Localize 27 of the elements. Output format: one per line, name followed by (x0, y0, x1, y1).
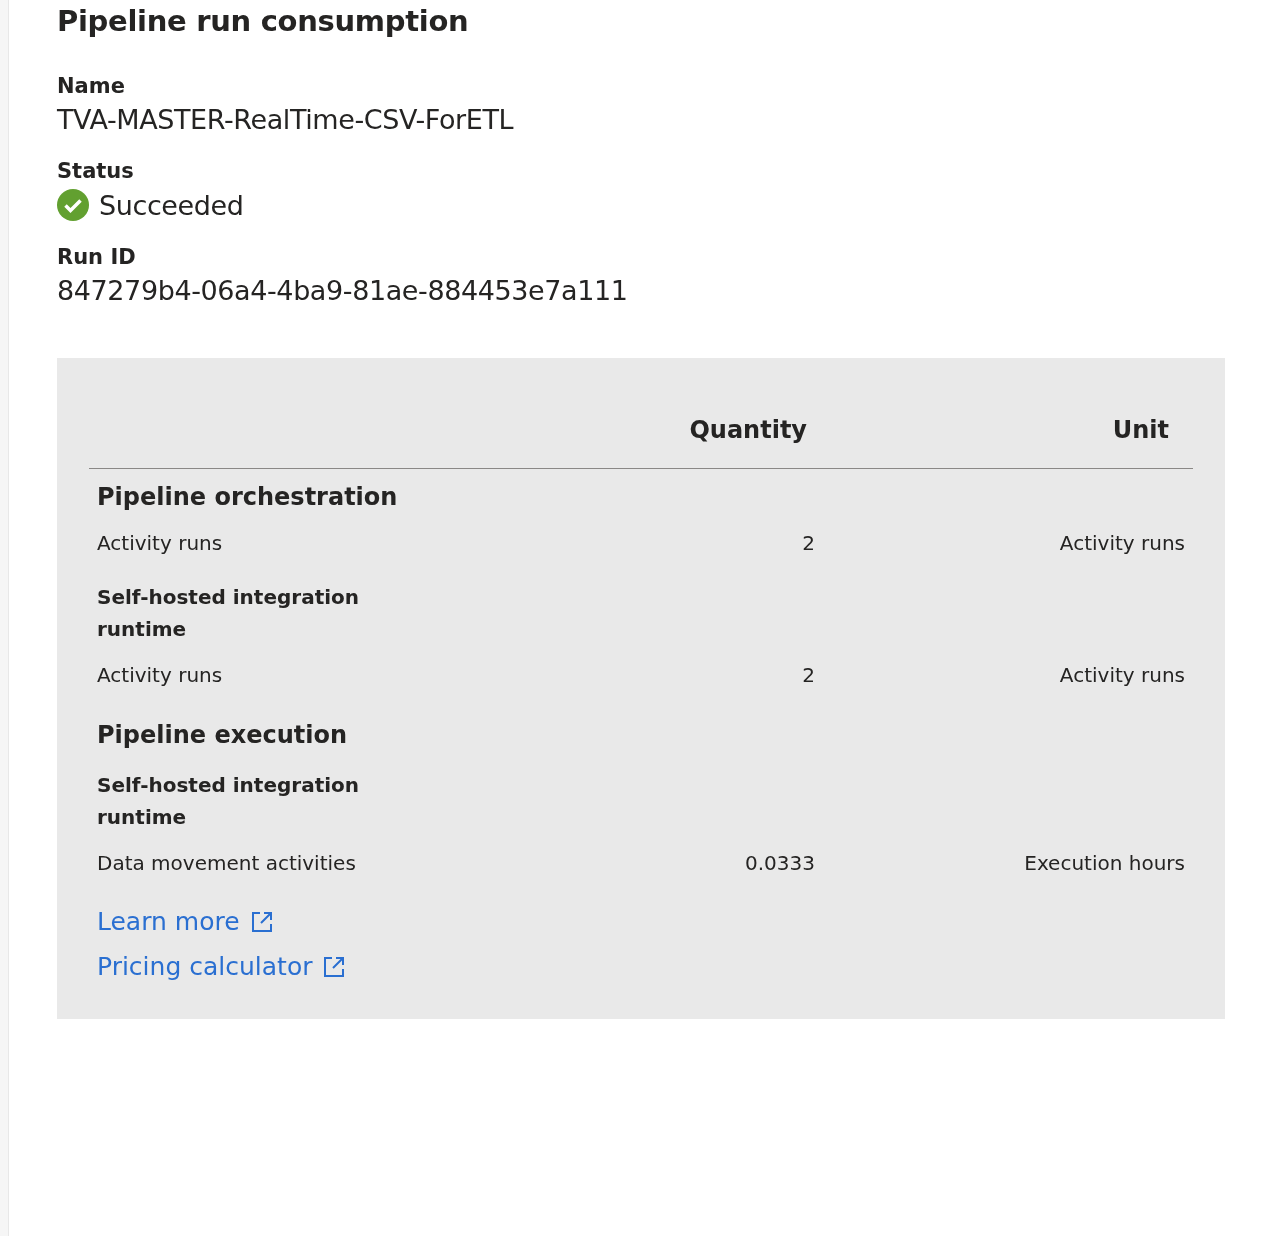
field-label: Run ID (57, 245, 137, 269)
table-cell-text: Execution hours (1023, 850, 1186, 877)
subsection-heading: Self-hosted integration runtime (96, 584, 361, 643)
table-cell-text: 0.0333 (744, 850, 816, 877)
field-value: 847279b4-06a4-4ba9-81ae-884453e7a111 (57, 275, 629, 306)
external-link-icon (322, 954, 347, 979)
external-link[interactable]: Pricing calculator (97, 952, 347, 981)
section-heading: Pipeline orchestration (96, 482, 399, 513)
table-cell-text: Activity runs (1058, 662, 1186, 689)
table-cell-text: Activity runs (96, 530, 224, 557)
subsection-heading: Self-hosted integration runtime (96, 772, 361, 831)
success-check-icon (57, 189, 89, 221)
field-label: Status (57, 159, 135, 183)
column-header: Unit (823, 398, 1193, 469)
section-heading: Pipeline execution (96, 720, 349, 751)
field-value: TVA-MASTER-RealTime-CSV-ForETL (57, 104, 515, 135)
status-value: Succeeded (99, 189, 244, 221)
external-link-icon (249, 909, 274, 934)
table-cell-text: Activity runs (96, 662, 224, 689)
field-label: Name (57, 74, 126, 98)
table-cell-text: 2 (801, 662, 816, 689)
table-cell-text: Data movement activities (96, 850, 357, 877)
column-header: Quantity (603, 398, 823, 469)
table-cell-text: 2 (801, 530, 816, 557)
table-cell-text: Activity runs (1058, 530, 1186, 557)
page-title: Pipeline run consumption (57, 4, 470, 38)
external-link[interactable]: Learn more (97, 907, 274, 936)
